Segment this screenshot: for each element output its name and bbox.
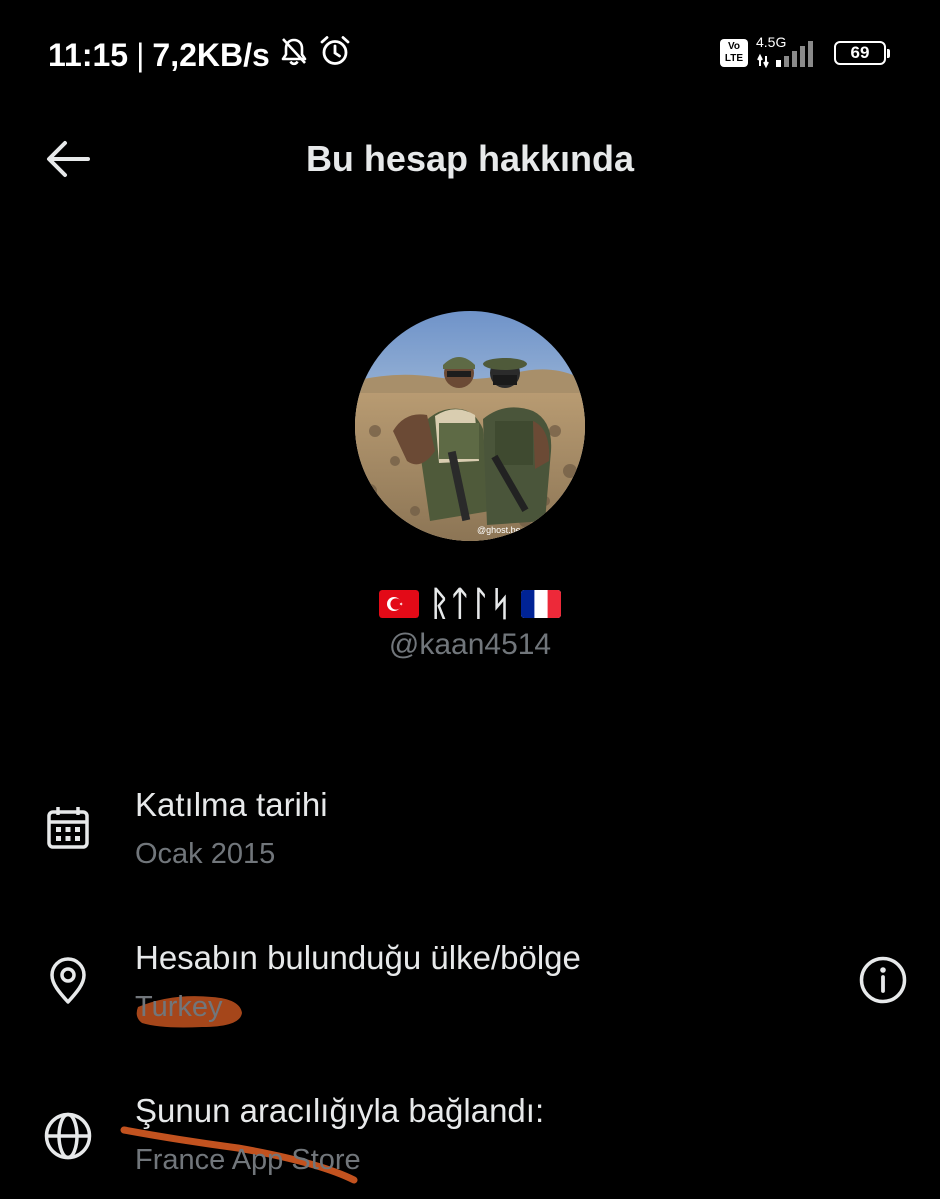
status-left: 11:15 | 7,2KB/s xyxy=(48,34,352,76)
country-row: Hesabın bulunduğu ülke/bölge Turkey xyxy=(0,935,940,1045)
globe-icon xyxy=(40,1108,96,1164)
connected-label: Şunun aracılığıyla bağlandı: xyxy=(135,1092,545,1129)
calendar-icon xyxy=(40,800,96,856)
status-right: Vo LTE 4.5G 69 xyxy=(720,34,890,68)
connected-via-row: Şunun aracılığıyla bağlandı: France App … xyxy=(0,1090,940,1199)
display-name: ᚱᛏᛚᛋ xyxy=(0,584,940,624)
status-speed: 7,2KB/s xyxy=(152,36,270,73)
battery-level: 69 xyxy=(850,43,870,62)
display-name-text: ᚱᛏᛚᛋ xyxy=(429,584,511,624)
status-bar: 11:15 | 7,2KB/s Vo LTE 4.5G 69 xyxy=(0,0,940,100)
bell-off-icon xyxy=(278,35,310,75)
volte-top: Vo xyxy=(727,41,741,52)
header: Bu hesap hakkında xyxy=(0,110,940,210)
avatar[interactable]: @ghost.be xyxy=(355,311,585,541)
connected-value: France App Store xyxy=(135,1144,361,1176)
signal-bars-icon xyxy=(757,41,813,68)
battery-icon: 69 xyxy=(834,41,890,65)
volte-bottom: LTE xyxy=(724,53,744,64)
profile-handle: @kaan4514 xyxy=(388,628,552,661)
turkey-flag-icon xyxy=(379,590,420,618)
country-label: Hesabın bulunduğu ülke/bölge xyxy=(135,939,581,976)
page-title: Bu hesap hakkında xyxy=(305,138,635,179)
status-separator: | xyxy=(136,36,145,73)
joined-date-row: Katılma tarihi Ocak 2015 xyxy=(0,780,940,890)
avatar-watermark: @ghost.be xyxy=(477,525,521,535)
joined-label: Katılma tarihi xyxy=(135,786,328,823)
joined-value: Ocak 2015 xyxy=(135,838,276,870)
avatar-image: @ghost.be xyxy=(355,311,585,541)
status-time: 11:15 xyxy=(48,36,129,73)
france-flag-icon xyxy=(520,590,561,618)
info-icon[interactable] xyxy=(856,953,910,1007)
network-indicator: 4.5G xyxy=(756,34,822,68)
location-pin-icon xyxy=(40,953,96,1009)
country-value: Turkey xyxy=(135,991,223,1023)
alarm-clock-icon xyxy=(318,34,352,76)
volte-icon: Vo LTE xyxy=(720,39,748,67)
